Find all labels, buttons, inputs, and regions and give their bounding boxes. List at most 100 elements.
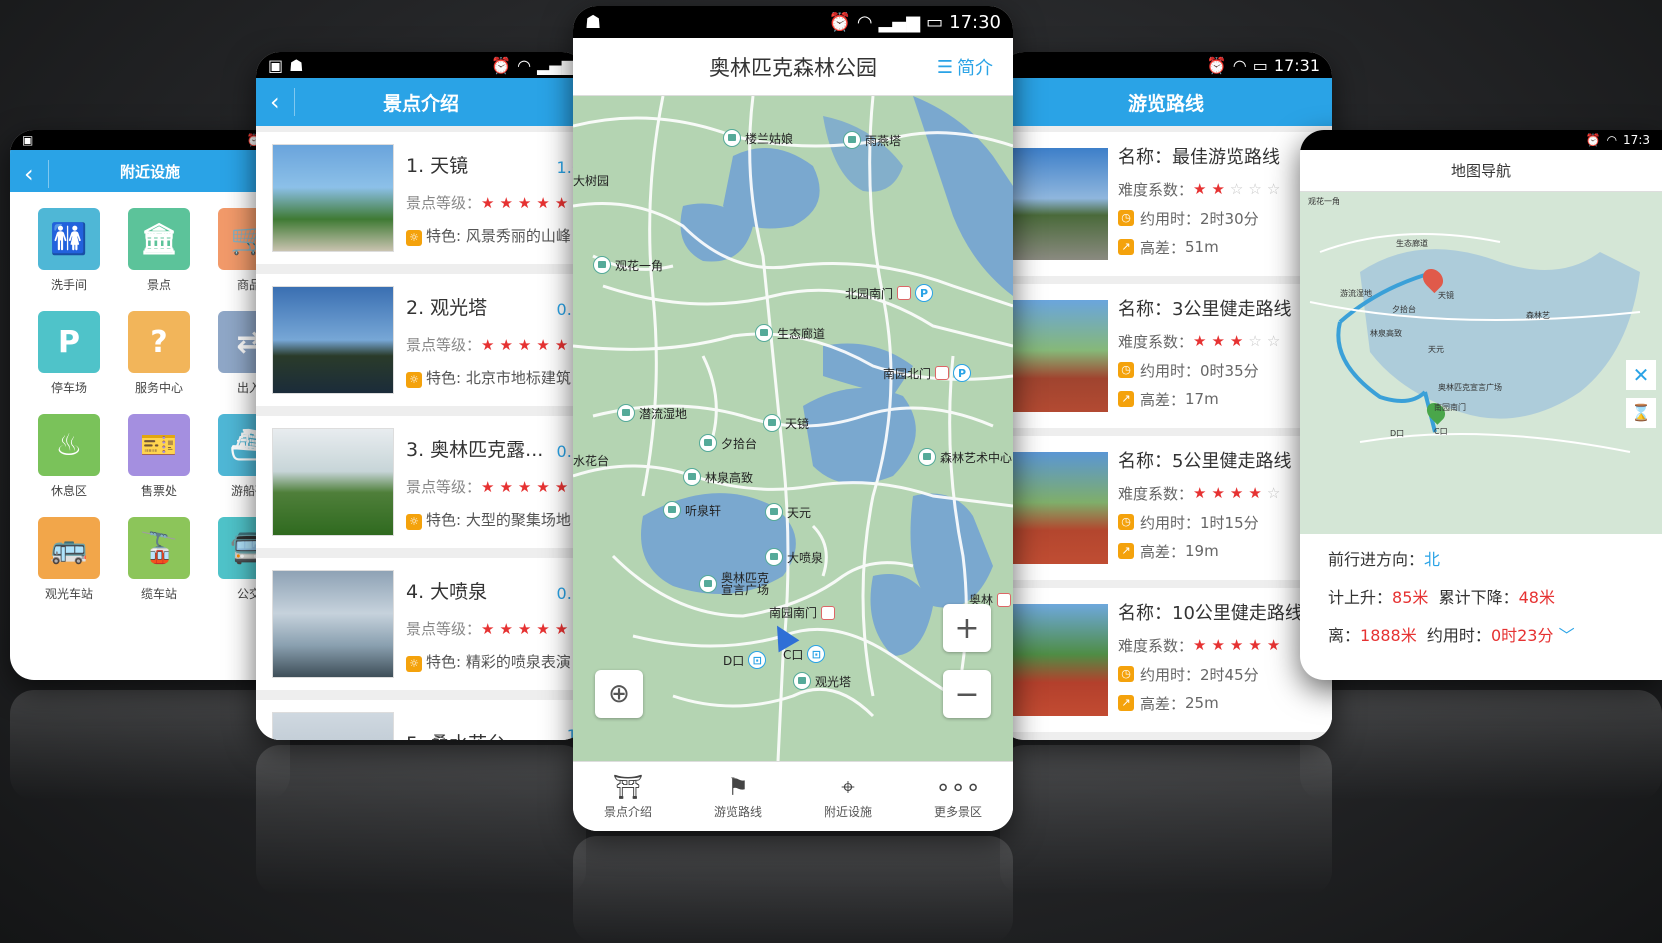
route-card[interactable]: 名称：最佳游览路线 难度系数： ★ ★ ☆ ☆ ☆ ◷ 约用时： 2时30分 ↗ 高差： 51m [1000, 132, 1332, 276]
map-poi[interactable]: 生态廊道 [755, 324, 825, 342]
star-filled-icon: ★ [554, 335, 569, 354]
attraction-rating: 景点等级：★ ★ ★ ★ ★ [406, 618, 573, 639]
nav-map-label: 南园南门 [1434, 403, 1466, 412]
facility-item[interactable]: 🚻 洗手间 [36, 208, 102, 293]
clock-icon: ◷ [1118, 514, 1134, 530]
map-close-button[interactable]: ✕ [1626, 360, 1656, 390]
map-poi[interactable]: 天元 [765, 503, 811, 521]
facility-item[interactable]: P 停车场 [36, 311, 102, 396]
star-filled-icon: ★ [554, 619, 569, 638]
star-empty-icon: ☆ [1248, 332, 1262, 350]
map-poi[interactable]: 楼兰姑娘 [723, 129, 793, 147]
attraction-feature: ☼ 特色: 风景秀丽的山峰 [406, 225, 573, 246]
map-poi[interactable]: 南园北门 P [883, 364, 972, 382]
star-filled-icon: ★ [499, 335, 513, 354]
facility-item[interactable]: 🎫 售票处 [126, 414, 192, 499]
route-time: ◷ 约用时： 0时35分 [1118, 360, 1291, 381]
route-name: 名称：10公里健走路线 [1118, 599, 1303, 625]
route-info: 名称：3公里健走路线 难度系数： ★ ★ ★ ☆ ☆ ◷ 约用时： 0时35分 ↗ 高差： 17m [1118, 295, 1291, 418]
bottom-nav-item[interactable]: ⛩ 景点介绍 [573, 762, 683, 831]
map-poi[interactable]: 观花一角 [593, 256, 663, 274]
map-poi[interactable]: 夕拾台 [699, 434, 757, 452]
battery-icon: ▭ [1252, 55, 1268, 75]
map-poi[interactable]: C口 ⊡ [783, 645, 826, 663]
distance-value: 1888米 [1360, 626, 1417, 645]
status-time: 17:31 [1273, 55, 1320, 75]
bottom-nav-item[interactable]: ⌖ 附近设施 [793, 762, 903, 831]
map-poi[interactable]: 听泉轩 [663, 501, 721, 519]
nav-map-label: 夕拾台 [1392, 305, 1416, 314]
star-rating: ★ ★ ★ ★ ★ [481, 478, 573, 496]
scenic-spot-icon [699, 575, 717, 593]
route-card[interactable]: 名称：5公里健走路线 难度系数： ★ ★ ★ ★ ☆ ◷ 约用时： 1时15分 ↗ 高差： 19m [1000, 436, 1332, 580]
map-poi[interactable]: 大喷泉 [765, 548, 823, 566]
star-filled-icon: ★ [1248, 484, 1262, 502]
back-button[interactable]: ‹ [24, 160, 49, 188]
park-map[interactable]: 楼兰姑娘 雨燕塔大树园观花一角北园南门 P 生态廊道南园北门 P 潜流湿地天镜 夕拾台水花台… [573, 96, 1013, 761]
time-label: 约用时： [1426, 626, 1491, 645]
attraction-card[interactable]: 2. 观光塔 景点等级：★ ★ ★ ★ ★ ☼ 特色: 北京市地标建筑 0.2 [256, 274, 586, 406]
restroom-icon: 🚻 [38, 208, 100, 270]
zoom-out-button[interactable]: − [943, 670, 991, 718]
map-poi[interactable]: 南园南门 [769, 604, 836, 621]
facility-label: 停车场 [50, 381, 87, 395]
map-poi[interactable]: 大树园 [573, 172, 609, 189]
map-poi[interactable]: 林泉高致 [683, 468, 753, 486]
route-card[interactable]: 名称：3公里健走路线 难度系数： ★ ★ ★ ☆ ☆ ◷ 约用时： 0时35分 ↗ 高差： 17m [1000, 284, 1332, 428]
map-poi[interactable]: 北园南门 P [845, 284, 934, 302]
back-button[interactable]: ‹ [270, 88, 295, 116]
attraction-card[interactable]: 3. 奥林匹克露... 景点等级：★ ★ ★ ★ ★ ☼ 特色: 大型的聚集场地 0.2 [256, 416, 586, 548]
feature-text: 特色: 北京市地标建筑 [426, 368, 571, 387]
entrance-icon: ⊡ [748, 651, 767, 669]
difficulty-label: 难度系数： [1118, 180, 1194, 199]
zoom-in-button[interactable]: + [943, 604, 991, 652]
navigation-map[interactable]: ✕ ⌛ 观花一角 生态廊道 游流湿地 夕拾台 天镜 林泉高致 天元 森林艺 奥林匹克宣言广场 南园… [1300, 192, 1662, 534]
status-time: 17:30 [949, 11, 1001, 33]
facility-item[interactable]: 🏛 景点 [126, 208, 192, 293]
facility-label: 服务中心 [134, 381, 183, 395]
nav-map-label: 游流湿地 [1340, 289, 1372, 298]
facility-grid: 🚻 洗手间 🏛 景点 🛒 商品 P 停车场? 服务中心 ⇄ 出入 ♨ 休息区 🎫 售票处 ⛴ 游船码 🚌 观光车站 🚡… [10, 192, 290, 602]
clock-icon: ◷ [1118, 362, 1134, 378]
app-bar: ‹ 景点介绍 [256, 78, 586, 126]
time-value: 1时15分 [1200, 513, 1259, 532]
star-filled-icon: ★ [1211, 180, 1225, 198]
bottom-nav-item[interactable]: ∘∘∘ 更多景区 [903, 762, 1013, 831]
time-value: 2时45分 [1200, 665, 1259, 684]
scenic-spot-icon [617, 404, 635, 422]
feature-badge-icon: ☼ [406, 513, 422, 530]
map-poi[interactable]: 奥林匹克宣言广场 [699, 572, 775, 596]
star-filled-icon: ★ [536, 335, 550, 354]
route-card[interactable]: 名称：10公里健走路线 难度系数： ★ ★ ★ ★ ★ ◷ 约用时： 2时45分 ↗ 高差： 25m [1000, 588, 1332, 732]
expand-chevron-icon[interactable]: ﹀ [1559, 626, 1575, 645]
facility-item[interactable]: 🚌 观光车站 [36, 517, 102, 602]
page-title: 游览路线 [1127, 92, 1204, 115]
bottom-nav-item[interactable]: ⚑ 游览路线 [683, 762, 793, 831]
route-difficulty: 难度系数： ★ ★ ★ ☆ ☆ [1118, 331, 1291, 352]
scenic-spot-icon [593, 256, 611, 274]
map-poi[interactable]: 雨燕塔 [843, 131, 901, 149]
map-poi[interactable]: 水花台 [573, 452, 609, 469]
wifi-icon: ◠ [1232, 55, 1247, 75]
nav-map-label: 天元 [1428, 345, 1444, 354]
parking-icon: P [38, 311, 100, 373]
attraction-card[interactable]: 5. 叠水花台景点等级：★★★★★1. [256, 700, 586, 740]
facility-item[interactable]: ♨ 休息区 [36, 414, 102, 499]
attraction-card[interactable]: 1. 天镜 景点等级：★ ★ ★ ★ ★ ☼ 特色: 风景秀丽的山峰 1.0 [256, 132, 586, 264]
intro-button[interactable]: ☰ 简介 [937, 54, 993, 80]
route-name-prefix: 名称： [1118, 146, 1172, 168]
attraction-feature: ☼ 特色: 北京市地标建筑 [406, 367, 573, 388]
map-poi[interactable]: 潜流湿地 [617, 404, 687, 422]
star-rating: ★ ★ ★ ★ ★ [1193, 636, 1285, 654]
map-locate-button[interactable]: ⌛ [1626, 398, 1656, 428]
facility-item[interactable]: 🚡 缆车站 [126, 517, 192, 602]
facility-item[interactable]: ? 服务中心 [126, 311, 192, 396]
map-poi[interactable]: 观光塔 [793, 672, 851, 690]
direction-value: 北 [1424, 550, 1441, 569]
locate-me-button[interactable]: ⊕ [595, 670, 643, 718]
map-poi[interactable]: 天镜 [763, 414, 809, 432]
feature-text: 特色: 精彩的喷泉表演 [426, 652, 571, 671]
map-poi[interactable]: D口 ⊡ [723, 651, 767, 669]
map-poi[interactable]: 森林艺术中心 [918, 448, 1012, 466]
attraction-card[interactable]: 4. 大喷泉 景点等级：★ ★ ★ ★ ★ ☼ 特色: 精彩的喷泉表演 0.3 [256, 558, 586, 690]
